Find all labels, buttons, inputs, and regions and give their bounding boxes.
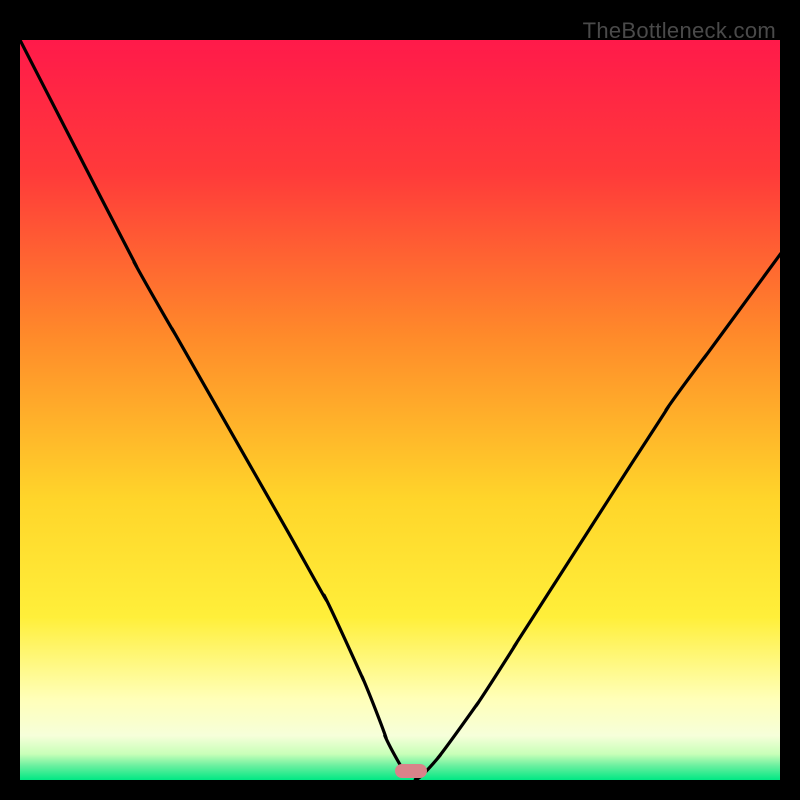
optimum-marker <box>395 764 427 778</box>
plot-area <box>20 40 780 780</box>
chart-frame: TheBottleneck.com <box>10 10 790 790</box>
bottleneck-curve <box>20 40 780 780</box>
